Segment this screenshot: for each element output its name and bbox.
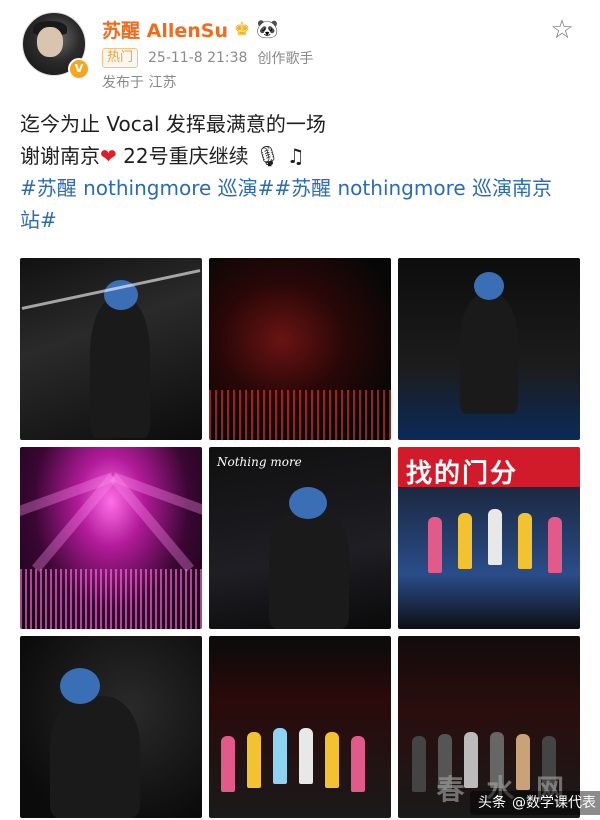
- music-note-icon: ♫: [286, 144, 305, 168]
- performer-silhouette: [269, 507, 349, 629]
- photo-5[interactable]: Nothing more: [209, 447, 391, 629]
- tour-logo: Nothing more: [217, 455, 302, 469]
- dancer: [221, 736, 235, 792]
- dancer: [351, 736, 365, 792]
- stage-banner-text: 找的门分: [406, 459, 519, 489]
- post-text-thanks: 谢谢南京: [20, 144, 100, 168]
- dancer: [412, 736, 426, 792]
- performer-hair: [60, 668, 100, 704]
- photo-7[interactable]: [20, 636, 202, 818]
- crowd-lights: [209, 390, 391, 440]
- dancer: [488, 509, 502, 565]
- star-outline-icon[interactable]: ☆: [548, 16, 576, 44]
- source-watermark: 头条 @数学课代表: [470, 791, 600, 815]
- dancer: [247, 732, 261, 788]
- post-text-line-2: 谢谢南京❤ 22号重庆继续 🎙 ♫: [20, 140, 580, 172]
- photo-3[interactable]: [398, 258, 580, 440]
- performer-silhouette: [50, 696, 140, 818]
- hashtag-link[interactable]: #苏醒 nothingmore 巡演##苏醒 nothingmore 巡演南京: [20, 172, 580, 204]
- dancer: [518, 513, 532, 569]
- post-location: 发布于 江苏: [102, 75, 177, 91]
- verified-v-icon: V: [68, 58, 90, 80]
- performer-silhouette: [460, 294, 518, 414]
- performer-hair: [289, 487, 327, 519]
- photo-grid: Nothing more 找的门分: [20, 258, 580, 818]
- post-timestamp: 25-11-8 21:38: [148, 50, 248, 66]
- post-text-line-1: 迄今为止 Vocal 发挥最满意的一场: [20, 112, 326, 136]
- hashtag-link-continued[interactable]: 站#: [20, 204, 580, 236]
- source-prefix: 头条: [478, 795, 506, 811]
- dancer: [458, 513, 472, 569]
- post-header: V 苏醒 AllenSu ♚ 🐼 热门 25-11-8 21:38 创作歌手 发…: [18, 10, 582, 94]
- author-role: 创作歌手: [257, 51, 314, 67]
- author-name[interactable]: 苏醒 AllenSu: [102, 16, 228, 43]
- dancer: [428, 517, 442, 573]
- hot-badge: 热门: [102, 48, 139, 68]
- heart-icon: ❤: [100, 144, 117, 168]
- post-text-next-show: 22号重庆继续: [123, 144, 249, 168]
- crowd-lights: [20, 569, 202, 629]
- dancer: [273, 728, 287, 784]
- performer-hair: [474, 272, 504, 300]
- photo-4[interactable]: [20, 447, 202, 629]
- dancer: [548, 517, 562, 573]
- photo-8[interactable]: [209, 636, 391, 818]
- dancer: [325, 732, 339, 788]
- dancer: [299, 728, 313, 784]
- source-name: @数学课代表: [512, 795, 596, 811]
- photo-2[interactable]: [209, 258, 391, 440]
- post-meta: 热门 25-11-8 21:38 创作歌手: [102, 48, 313, 68]
- performer-silhouette: [90, 298, 150, 438]
- panda-icon: 🐼: [256, 18, 279, 40]
- avatar-face: [37, 27, 63, 57]
- photo-6[interactable]: 找的门分: [398, 447, 580, 629]
- photo-1[interactable]: [20, 258, 202, 440]
- post-body: 迄今为止 Vocal 发挥最满意的一场 谢谢南京❤ 22号重庆继续 🎙 ♫ #苏…: [20, 108, 580, 236]
- author-row: 苏醒 AllenSu ♚ 🐼: [102, 16, 279, 42]
- crown-icon: ♚: [233, 18, 251, 40]
- microphone-icon: 🎙: [254, 144, 281, 168]
